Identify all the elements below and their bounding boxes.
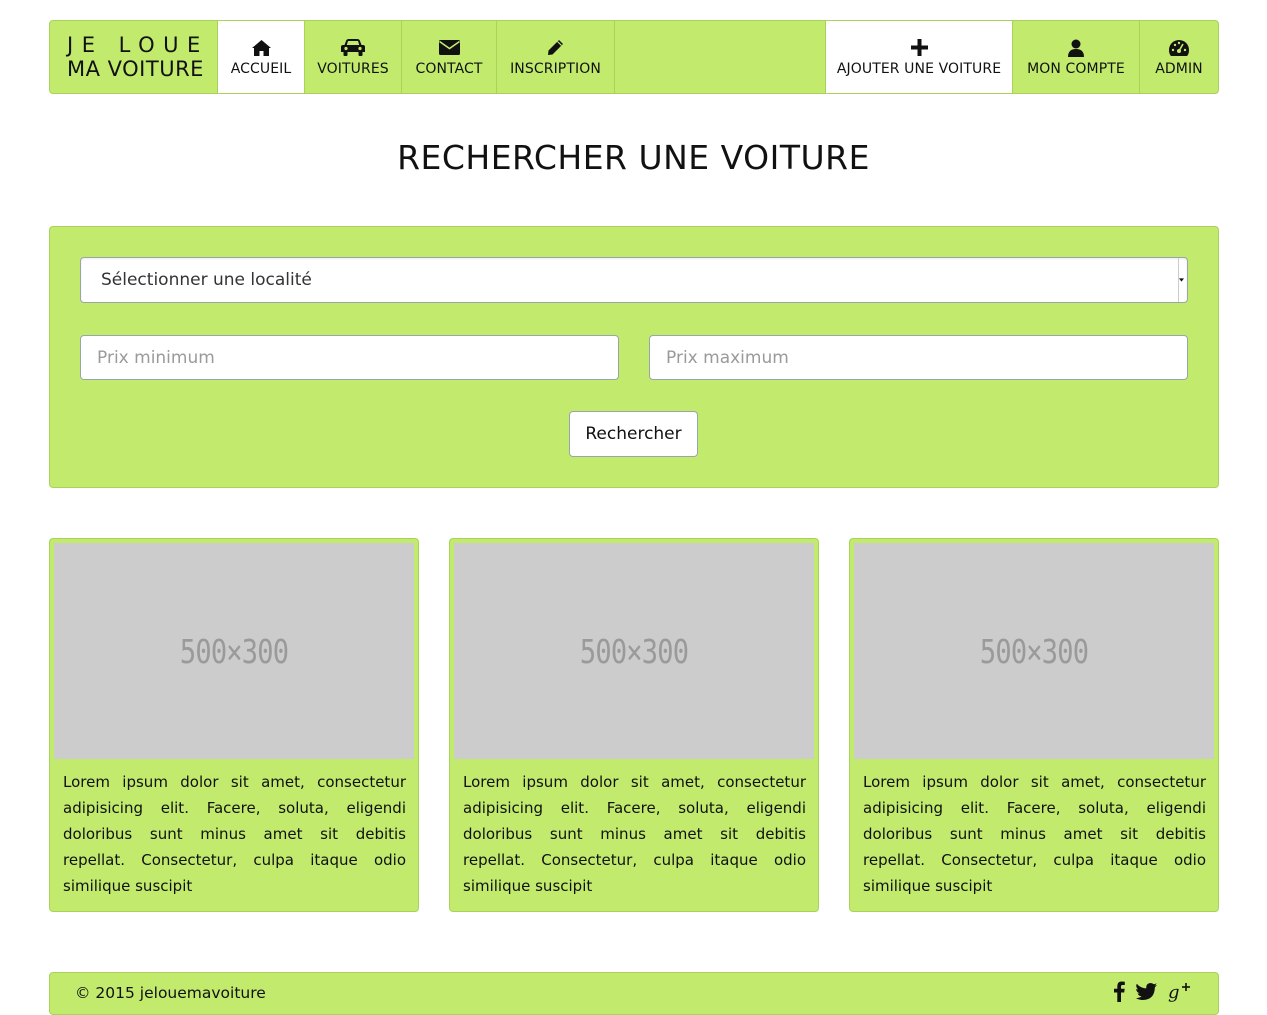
image-size-label: 500×300 — [979, 631, 1089, 671]
copyright-text: © 2015 jelouemavoiture — [75, 984, 266, 1002]
nav-label-ajouter-voiture: AJOUTER UNE VOITURE — [836, 60, 1002, 77]
caret-down-icon — [1178, 258, 1184, 302]
nav-label-accueil: ACCUEIL — [230, 60, 292, 77]
car-description: Lorem ipsum dolor sit amet, consectetur … — [863, 773, 1206, 895]
nav-label-contact: CONTACT — [415, 60, 483, 77]
page-title: RECHERCHER UNE VOITURE — [397, 138, 870, 177]
twitter-icon[interactable] — [1136, 983, 1157, 1000]
nav-label-inscription: INSCRIPTION — [510, 60, 601, 77]
plus-icon — [910, 37, 928, 59]
dashboard-icon — [1169, 37, 1189, 59]
pencil-icon — [547, 37, 564, 59]
search-panel: Sélectionner une localité Rechercher — [49, 226, 1219, 488]
home-icon — [251, 37, 271, 59]
nav-spacer — [615, 21, 826, 93]
nav-item-admin[interactable]: ADMIN — [1140, 21, 1218, 93]
nav-item-ajouter-voiture[interactable]: AJOUTER UNE VOITURE — [826, 21, 1013, 93]
main-navbar: JE LOUE MA VOITURE ACCUEIL VOITURES CONT… — [49, 20, 1219, 94]
nav-item-contact[interactable]: CONTACT — [402, 21, 497, 93]
image-size-label: 500×300 — [179, 631, 289, 671]
car-image-placeholder: 500×300 — [854, 543, 1214, 759]
google-plus-icon[interactable]: g — [1168, 982, 1190, 1002]
social-links: g — [1114, 981, 1190, 1002]
car-card[interactable]: 500×300 Lorem ipsum dolor sit amet, cons… — [449, 538, 819, 912]
brand-line-2: MA VOITURE — [67, 57, 204, 81]
nav-item-voitures[interactable]: VOITURES — [305, 21, 402, 93]
envelope-icon — [438, 37, 460, 59]
brand-logo[interactable]: JE LOUE MA VOITURE — [50, 21, 218, 93]
svg-text:g: g — [1168, 982, 1180, 1002]
user-icon — [1068, 37, 1084, 59]
locality-select-value: Sélectionner une localité — [101, 270, 312, 290]
car-icon — [341, 37, 365, 59]
footer: © 2015 jelouemavoiture g — [49, 972, 1219, 1015]
car-card[interactable]: 500×300 Lorem ipsum dolor sit amet, cons… — [49, 538, 419, 912]
car-description: Lorem ipsum dolor sit amet, consectetur … — [63, 773, 406, 895]
max-price-input[interactable] — [649, 335, 1188, 380]
image-size-label: 500×300 — [579, 631, 689, 671]
facebook-icon[interactable] — [1114, 981, 1125, 1002]
car-image-placeholder: 500×300 — [54, 543, 414, 759]
nav-label-voitures: VOITURES — [317, 60, 389, 77]
nav-label-mon-compte: MON COMPTE — [1027, 60, 1125, 77]
car-image-placeholder: 500×300 — [454, 543, 814, 759]
car-card[interactable]: 500×300 Lorem ipsum dolor sit amet, cons… — [849, 538, 1219, 912]
search-button[interactable]: Rechercher — [569, 411, 698, 457]
min-price-input[interactable] — [80, 335, 619, 380]
nav-label-admin: ADMIN — [1155, 60, 1203, 77]
car-description: Lorem ipsum dolor sit amet, consectetur … — [463, 773, 806, 895]
brand-line-1: JE LOUE — [67, 33, 209, 57]
locality-select[interactable]: Sélectionner une localité — [80, 257, 1188, 303]
nav-item-accueil[interactable]: ACCUEIL — [218, 21, 305, 93]
nav-item-inscription[interactable]: INSCRIPTION — [497, 21, 615, 93]
nav-item-mon-compte[interactable]: MON COMPTE — [1013, 21, 1140, 93]
